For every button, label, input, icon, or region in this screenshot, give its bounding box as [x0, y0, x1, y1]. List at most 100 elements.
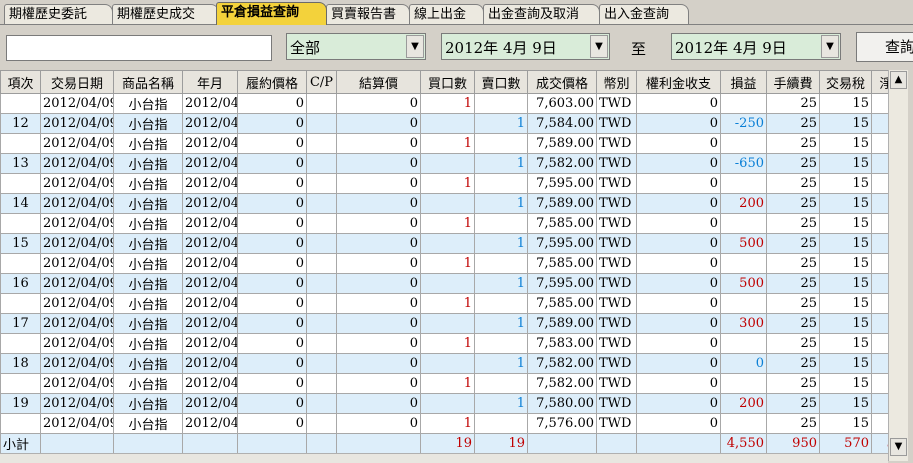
cell-settle: 0 [336, 413, 421, 434]
table-row[interactable]: 2012/04/09 小台指 2012/04 0 0 1 7,603.00 TWD 0 25 15 [0, 93, 888, 114]
header-item[interactable]: 項次 [0, 70, 41, 94]
arrow-up-icon[interactable]: ▲ [890, 71, 907, 89]
cell-cp [306, 393, 337, 414]
tab-close-pl-query[interactable]: 平倉損益查詢 [216, 2, 327, 25]
cell-price: 7,589.00 [527, 133, 597, 154]
cell-product: 小台指 [113, 173, 183, 194]
subtotal-empty-cell [336, 433, 421, 453]
cell-sell [474, 173, 528, 194]
vertical-scrollbar[interactable]: ▲ ▼ [888, 70, 908, 461]
cell-pl [720, 413, 767, 434]
subtotal-empty-cell [636, 433, 721, 453]
cell-price: 7,595.00 [527, 273, 597, 294]
cell-premium: 0 [636, 293, 721, 314]
table-row[interactable]: 2012/04/09 小台指 2012/04 0 0 1 7,576.00 TWD 0 25 15 [0, 413, 888, 434]
date-to-picker[interactable]: 2012年 4月 9日 ▼ [671, 33, 841, 60]
header-tax[interactable]: 交易稅 [819, 70, 872, 94]
header-sell[interactable]: 賣口數 [474, 70, 528, 94]
table-row[interactable]: 15 2012/04/09 小台指 2012/04 0 0 1 7,595.00 TWD 0 500… [0, 233, 888, 254]
query-button[interactable]: 查詢 [856, 32, 913, 62]
category-select[interactable]: 全部 ▼ [286, 33, 426, 60]
table-row[interactable]: 2012/04/09 小台指 2012/04 0 0 1 7,582.00 TWD 0 25 15 [0, 373, 888, 394]
table-row[interactable]: 18 2012/04/09 小台指 2012/04 0 0 1 7,582.00 TWD 0 0 25… [0, 353, 888, 374]
cell-premium: 0 [636, 333, 721, 354]
cell-date: 2012/04/09 [40, 413, 114, 434]
cell-strike: 0 [237, 313, 307, 334]
cell-strike: 0 [237, 373, 307, 394]
cell-date: 2012/04/09 [40, 193, 114, 214]
cell-ym: 2012/04 [182, 293, 238, 314]
horizontal-scrollbar[interactable] [0, 453, 888, 463]
table-row[interactable]: 19 2012/04/09 小台指 2012/04 0 0 1 7,580.00 TWD 0 200… [0, 393, 888, 414]
cell-sell [474, 253, 528, 274]
header-fee[interactable]: 手續費 [766, 70, 820, 94]
header-price[interactable]: 成交價格 [527, 70, 597, 94]
cell-sell: 1 [474, 393, 528, 414]
tab-online-withdraw[interactable]: 線上出金 [409, 4, 484, 24]
tab-deposit-withdraw-query[interactable]: 出入金查詢 [599, 4, 689, 24]
table-row[interactable]: 2012/04/09 小台指 2012/04 0 0 1 7,583.00 TWD 0 25 15 [0, 333, 888, 354]
header-premium[interactable]: 權利金收支 [636, 70, 721, 94]
cell-currency: TWD [596, 393, 637, 414]
cell-pl [720, 293, 767, 314]
table-row[interactable]: 2012/04/09 小台指 2012/04 0 0 1 7,595.00 TWD 0 25 15 [0, 173, 888, 194]
table-row[interactable]: 13 2012/04/09 小台指 2012/04 0 0 1 7,582.00 TWD 0 -65… [0, 153, 888, 174]
cell-product: 小台指 [113, 373, 183, 394]
chevron-down-icon[interactable]: ▼ [406, 35, 424, 58]
cell-premium: 0 [636, 313, 721, 334]
header-cp[interactable]: C/P [306, 70, 337, 94]
table-row[interactable]: 2012/04/09 小台指 2012/04 0 0 1 7,585.00 TWD 0 25 15 [0, 253, 888, 274]
tab-trade-report[interactable]: 買賣報告書 [326, 4, 410, 24]
header-date[interactable]: 交易日期 [40, 70, 114, 94]
cell-currency: TWD [596, 353, 637, 374]
cell-net-pl [871, 253, 888, 274]
tab-withdraw-query-cancel[interactable]: 出金查詢及取消 [483, 4, 600, 24]
cell-price: 7,582.00 [527, 153, 597, 174]
cell-premium: 0 [636, 173, 721, 194]
table-row[interactable]: 16 2012/04/09 小台指 2012/04 0 0 1 7,595.00 TWD 0 500… [0, 273, 888, 294]
account-input[interactable] [6, 35, 272, 61]
header-pl[interactable]: 損益 [720, 70, 767, 94]
cell-ym: 2012/04 [182, 113, 238, 134]
table-row[interactable]: 14 2012/04/09 小台指 2012/04 0 0 1 7,589.00 TWD 0 200… [0, 193, 888, 214]
cell-settle: 0 [336, 113, 421, 134]
arrow-down-icon[interactable]: ▼ [890, 438, 907, 456]
cell-cp [306, 413, 337, 434]
cell-net-pl [871, 413, 888, 434]
header-settle[interactable]: 結算價 [336, 70, 421, 94]
cell-item [0, 133, 41, 154]
cell-sell: 1 [474, 193, 528, 214]
header-strike[interactable]: 履約價格 [237, 70, 307, 94]
subtotal-fee: 950 [766, 433, 820, 453]
table-row[interactable]: 2012/04/09 小台指 2012/04 0 0 1 7,585.00 TWD 0 25 15 [0, 293, 888, 314]
cell-fee: 25 [766, 273, 820, 294]
chevron-down-icon[interactable]: ▼ [821, 35, 839, 58]
chevron-down-icon[interactable]: ▼ [590, 35, 608, 58]
table-row[interactable]: 2012/04/09 小台指 2012/04 0 0 1 7,585.00 TWD 0 25 15 [0, 213, 888, 234]
cell-buy [420, 393, 475, 414]
cell-ym: 2012/04 [182, 413, 238, 434]
cell-buy [420, 313, 475, 334]
subtotal-buy: 19 [420, 433, 475, 453]
cell-settle: 0 [336, 333, 421, 354]
header-buy[interactable]: 買口數 [420, 70, 475, 94]
table-row[interactable]: 2012/04/09 小台指 2012/04 0 0 1 7,589.00 TWD 0 25 15 [0, 133, 888, 154]
tab-history-orders[interactable]: 期權歷史委託 [4, 4, 113, 24]
cell-date: 2012/04/09 [40, 353, 114, 374]
cell-item: 19 [0, 393, 41, 414]
cell-sell: 1 [474, 313, 528, 334]
table-row[interactable]: 17 2012/04/09 小台指 2012/04 0 0 1 7,589.00 TWD 0 300… [0, 313, 888, 334]
cell-currency: TWD [596, 413, 637, 434]
header-currency[interactable]: 幣別 [596, 70, 637, 94]
table-row[interactable]: 12 2012/04/09 小台指 2012/04 0 0 1 7,584.00 TWD 0 -25… [0, 113, 888, 134]
cell-sell [474, 213, 528, 234]
cell-item [0, 173, 41, 194]
header-product[interactable]: 商品名稱 [113, 70, 183, 94]
header-net-pl[interactable]: 淨損益 [871, 70, 888, 94]
tab-history-fills[interactable]: 期權歷史成交 [112, 4, 219, 24]
cell-fee: 25 [766, 373, 820, 394]
header-ym[interactable]: 年月 [182, 70, 238, 94]
cell-ym: 2012/04 [182, 233, 238, 254]
date-from-picker[interactable]: 2012年 4月 9日 ▼ [441, 33, 610, 60]
cell-product: 小台指 [113, 393, 183, 414]
